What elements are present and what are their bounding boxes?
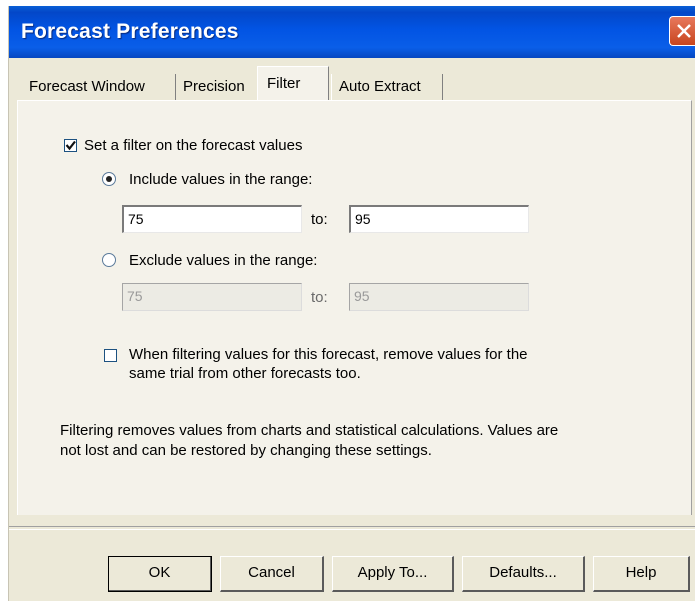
defaults-button[interactable]: Defaults... [462,556,585,592]
ok-button[interactable]: OK [108,556,212,592]
include-to-label: to: [311,211,328,228]
exclude-to-label: to: [311,289,328,306]
remove-trial-label-line1: When filtering values for this forecast,… [129,346,528,363]
filter-panel: Set a filter on the forecast values Incl… [17,100,692,515]
exclude-from-input[interactable]: 75 [122,283,302,311]
tab-auto-extract[interactable]: Auto Extract [339,78,421,95]
apply-to-button[interactable]: Apply To... [332,556,454,592]
remove-trial-checkbox[interactable] [104,349,117,362]
remove-trial-label-line2: same trial from other forecasts too. [129,365,361,382]
tab-separator [175,74,176,100]
tab-filter-label: Filter [267,75,301,92]
tab-filter[interactable]: Filter [257,66,329,102]
window-title: Forecast Preferences [21,20,239,43]
cancel-button[interactable]: Cancel [220,556,324,592]
exclude-radio[interactable] [102,253,116,267]
dialog-window: Forecast Preferences Forecast Window Pre… [8,6,695,601]
include-from-input[interactable]: 75 [122,205,302,233]
include-to-input[interactable]: 95 [349,205,529,233]
title-bar[interactable]: Forecast Preferences [9,6,695,58]
set-filter-label: Set a filter on the forecast values [84,137,303,154]
exclude-to-input[interactable]: 95 [349,283,529,311]
radio-dot [106,176,112,182]
close-button[interactable] [669,16,695,46]
set-filter-checkbox[interactable] [64,139,77,152]
include-radio[interactable] [102,172,116,186]
tab-forecast-window[interactable]: Forecast Window [29,78,145,95]
include-label: Include values in the range: [129,171,313,188]
tab-precision[interactable]: Precision [183,78,245,95]
tab-separator [442,74,443,100]
exclude-label: Exclude values in the range: [129,252,318,269]
tab-separator [331,74,332,100]
help-button[interactable]: Help [593,556,690,592]
close-icon [677,24,691,38]
filter-info-line1: Filtering removes values from charts and… [60,422,559,439]
filter-info-line2: not lost and can be restored by changing… [60,442,432,459]
button-divider [9,526,695,530]
tab-strip: Forecast Window Precision Filter Auto Ex… [9,58,695,102]
checkmark-icon [65,140,76,151]
